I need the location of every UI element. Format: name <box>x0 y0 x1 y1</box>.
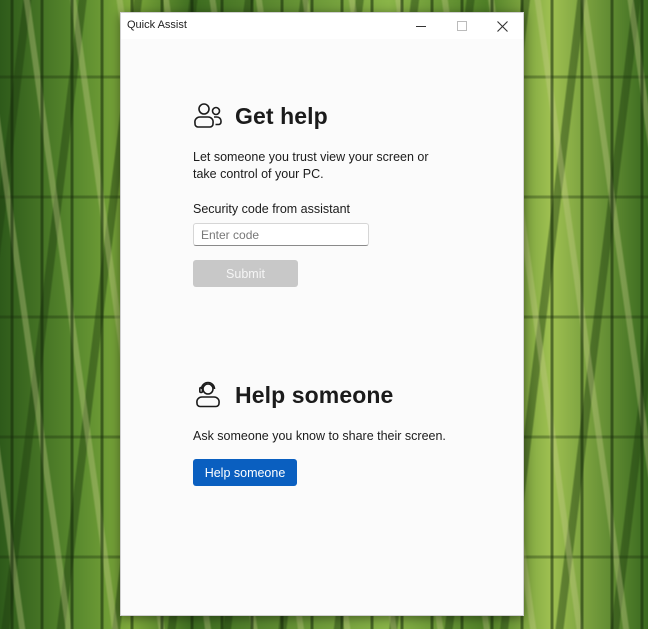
title-bar[interactable]: Quick Assist <box>121 13 523 39</box>
help-someone-header: Help someone <box>193 380 453 410</box>
maximize-icon <box>456 21 467 31</box>
window-title: Quick Assist <box>127 19 187 31</box>
get-help-header: Get help <box>193 101 453 131</box>
close-icon <box>497 20 508 32</box>
get-help-section: Get help Let someone you trust view your… <box>193 101 453 287</box>
help-someone-section: Help someone Ask someone you know to sha… <box>193 380 453 486</box>
get-help-heading: Get help <box>235 102 328 129</box>
minimize-icon <box>415 25 426 27</box>
quick-assist-window: Quick Assist Get help Let someone you tr… <box>120 12 524 616</box>
maximize-button[interactable] <box>441 13 482 39</box>
help-someone-heading: Help someone <box>235 381 394 408</box>
close-button[interactable] <box>482 13 523 39</box>
minimize-button[interactable] <box>400 13 441 39</box>
security-code-input[interactable] <box>193 223 369 246</box>
submit-button[interactable]: Submit <box>193 260 298 287</box>
get-help-description: Let someone you trust view your screen o… <box>193 150 429 181</box>
help-someone-button[interactable]: Help someone <box>193 459 297 486</box>
help-someone-description: Ask someone you know to share their scre… <box>193 429 446 443</box>
people-icon <box>194 103 222 128</box>
security-code-label: Security code from assistant <box>193 202 351 216</box>
person-headset-icon <box>196 381 220 408</box>
